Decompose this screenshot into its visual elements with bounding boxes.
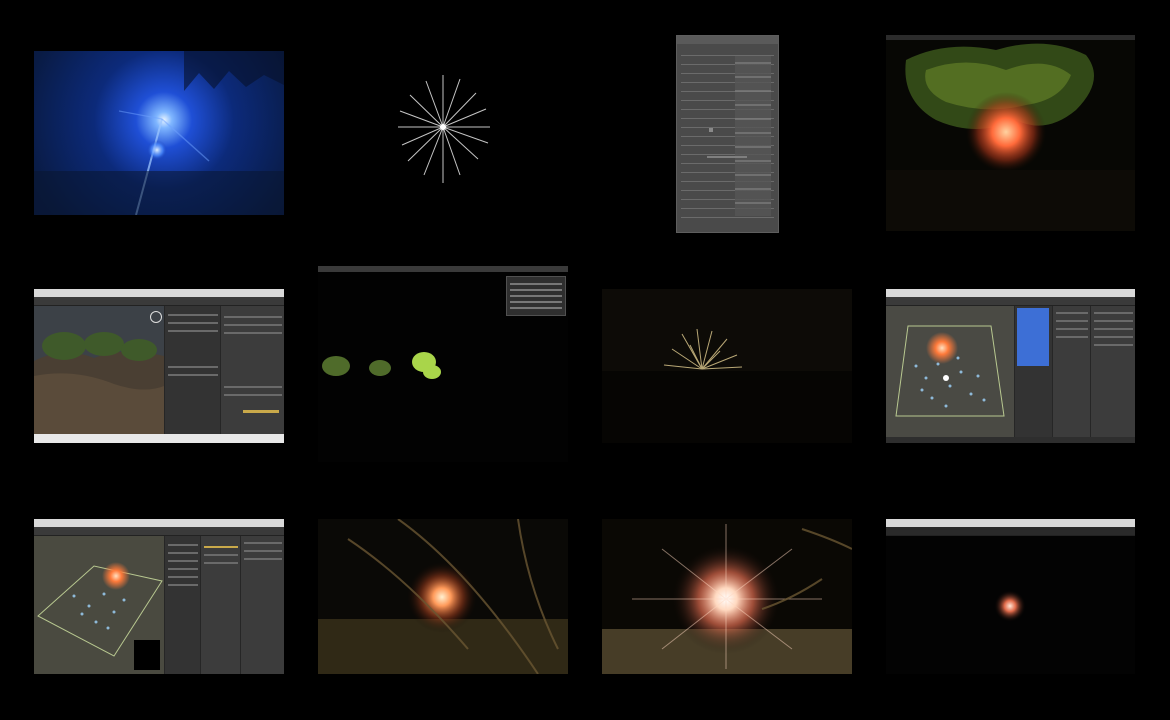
hierarchy-panel xyxy=(1014,306,1053,437)
inspector-panel xyxy=(220,306,284,434)
editor-toolbar xyxy=(886,297,1135,306)
particles-scene-icon xyxy=(34,536,164,674)
selected-items-list[interactable] xyxy=(1017,308,1049,366)
editor-toolbar xyxy=(34,297,284,306)
tree-glow-icon xyxy=(886,43,1135,231)
bushes-icon xyxy=(322,352,441,379)
thumbnail-orange-glow-grass[interactable] xyxy=(318,519,568,674)
particles-scene-icon xyxy=(886,306,1014,437)
editor-menubar xyxy=(886,289,1135,297)
bright-flare-icon xyxy=(602,524,852,674)
thumbnail-tree-orange-glow[interactable] xyxy=(886,35,1135,231)
inspector-field-column xyxy=(735,56,771,216)
thumbnail-editor-particles-2[interactable] xyxy=(34,519,284,674)
editor-menubar xyxy=(34,519,284,527)
thumbnail-editor-particles[interactable] xyxy=(886,289,1135,443)
project-panel xyxy=(200,536,241,674)
gizmo-icon[interactable] xyxy=(150,311,162,323)
thumbnail-starburst[interactable] xyxy=(318,51,568,215)
inspector-panel xyxy=(240,536,284,674)
inspector-checkbox[interactable] xyxy=(709,128,713,132)
thumbnail-blue-light[interactable] xyxy=(34,51,284,215)
hierarchy-panel xyxy=(164,536,201,674)
thumbnail-editor-terrain[interactable] xyxy=(34,289,284,443)
editor-statusbar xyxy=(34,434,284,443)
editor-menubar xyxy=(34,289,284,297)
inspector-panel xyxy=(1090,306,1135,437)
editor-toolbar xyxy=(34,527,284,536)
thumbnail-inspector-panel[interactable] xyxy=(676,35,779,233)
thumbnail-editor-small-glow[interactable] xyxy=(886,519,1135,674)
editor-menubar xyxy=(886,519,1135,527)
inspector-slider[interactable] xyxy=(707,156,747,158)
thumbnail-grass-tuft[interactable] xyxy=(602,289,852,443)
inspector-header xyxy=(677,36,778,44)
orange-glow-icon xyxy=(318,519,568,674)
blue-light-flare-icon xyxy=(34,51,284,215)
project-panel xyxy=(1052,306,1091,437)
small-glow-icon xyxy=(994,590,1026,622)
thumbnail-flare-bright[interactable] xyxy=(602,519,852,674)
grass-tuft-icon xyxy=(602,328,852,443)
thumbnail-black-editor-bushes[interactable] xyxy=(318,266,568,462)
terrain-scene-icon xyxy=(34,306,164,434)
editor-toolbar xyxy=(886,527,1135,536)
starburst-icon xyxy=(398,75,490,183)
hierarchy-panel xyxy=(164,306,221,434)
